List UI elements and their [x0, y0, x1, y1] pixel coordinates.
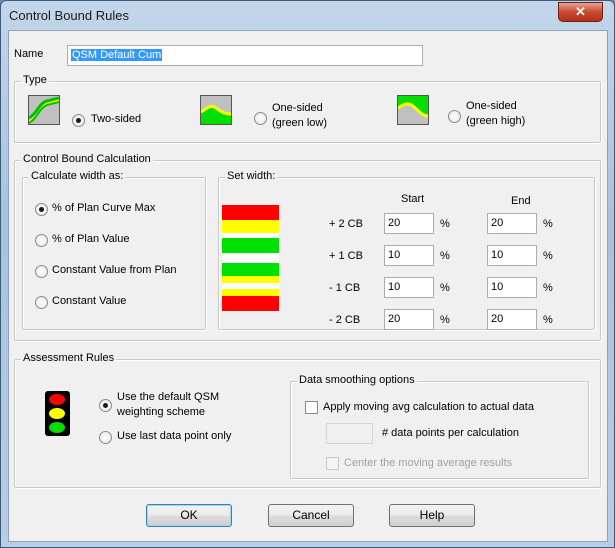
assessment-last-point-radio[interactable]	[99, 431, 112, 444]
name-input[interactable]: QSM Default Cum	[67, 45, 423, 66]
width-plan-value-label[interactable]: % of Plan Value	[52, 233, 129, 245]
assessment-default-radio[interactable]	[99, 399, 112, 412]
minus-2cb-start-input[interactable]: 20	[384, 309, 434, 330]
minus-2cb-end-input[interactable]: 20	[487, 309, 537, 330]
ok-button[interactable]: OK	[146, 504, 232, 527]
type-one-sided-green-high-radio[interactable]	[448, 110, 461, 123]
assessment-last-point-label[interactable]: Use last data point only	[117, 430, 231, 442]
band-green-bottom	[222, 263, 279, 276]
band-red-bottom	[222, 296, 279, 311]
band-yellow-top	[222, 220, 279, 233]
row-minus-1cb-label: - 1 CB	[329, 282, 361, 294]
minus-1cb-start-unit: %	[440, 282, 450, 294]
window-title: Control Bound Rules	[9, 8, 129, 23]
minus-2cb-start-unit: %	[440, 314, 450, 326]
width-constant-from-plan-label[interactable]: Constant Value from Plan	[52, 264, 177, 276]
type-group: Type Two-sided One-sided (green low) One…	[14, 74, 601, 143]
center-moving-avg-label[interactable]: Center the moving average results	[344, 457, 512, 469]
name-input-value: QSM Default Cum	[71, 49, 163, 61]
one-sided-green-high-icon	[397, 95, 429, 125]
minus-1cb-start-input[interactable]: 10	[384, 277, 434, 298]
assessment-default-label-1[interactable]: Use the default QSM	[117, 391, 219, 403]
start-column-header: Start	[401, 193, 425, 205]
type-two-sided-radio[interactable]	[72, 114, 85, 127]
plus-2cb-end-input[interactable]: 20	[487, 213, 537, 234]
dialog-client-area: Name QSM Default Cum Type Two-sided One-…	[8, 30, 608, 542]
band-gap-2	[222, 253, 279, 263]
end-column-header: End	[511, 195, 531, 207]
band-yellow-bottom-2	[222, 289, 279, 296]
plus-1cb-start-unit: %	[440, 250, 450, 262]
traffic-light-red	[49, 394, 65, 405]
assessment-rules-title: Assessment Rules	[21, 352, 117, 364]
apply-moving-avg-checkbox[interactable]	[305, 401, 318, 414]
two-sided-band-icon	[28, 95, 60, 125]
width-plan-value-radio[interactable]	[35, 234, 48, 247]
band-green-top	[222, 238, 279, 253]
width-constant-value-radio[interactable]	[35, 296, 48, 309]
cancel-button[interactable]: Cancel	[268, 504, 354, 527]
minus-1cb-end-unit: %	[543, 282, 553, 294]
control-bound-calculation-group: Control Bound Calculation Calculate widt…	[14, 153, 601, 341]
traffic-light-icon	[45, 391, 70, 436]
band-yellow-bottom	[222, 276, 279, 283]
type-two-sided-label[interactable]: Two-sided	[91, 113, 141, 125]
row-plus-2cb-label: + 2 CB	[329, 218, 363, 230]
plus-1cb-start-input[interactable]: 10	[384, 245, 434, 266]
width-plan-curve-max-radio[interactable]	[35, 203, 48, 216]
traffic-light-yellow	[49, 408, 65, 419]
type-one-sided-green-low-label-2[interactable]: (green low)	[272, 117, 327, 129]
minus-1cb-end-input[interactable]: 10	[487, 277, 537, 298]
data-points-input[interactable]	[326, 423, 373, 444]
assessment-rules-group: Assessment Rules Use the default QSM wei…	[14, 352, 601, 488]
data-smoothing-group: Data smoothing options Apply moving avg …	[290, 374, 589, 479]
traffic-light-green	[49, 422, 65, 433]
type-one-sided-green-high-label-1[interactable]: One-sided	[466, 100, 517, 112]
band-red-top	[222, 205, 279, 220]
width-constant-from-plan-radio[interactable]	[35, 265, 48, 278]
data-points-label: # data points per calculation	[382, 427, 519, 439]
close-button[interactable]: ✕	[558, 2, 603, 22]
calculate-width-title: Calculate width as:	[29, 170, 126, 182]
title-bar[interactable]: Control Bound Rules ✕	[1, 1, 614, 31]
plus-2cb-start-input[interactable]: 20	[384, 213, 434, 234]
type-one-sided-green-low-radio[interactable]	[254, 112, 267, 125]
apply-moving-avg-label[interactable]: Apply moving avg calculation to actual d…	[323, 401, 534, 413]
control-bound-calculation-title: Control Bound Calculation	[21, 153, 153, 165]
type-one-sided-green-high-label-2[interactable]: (green high)	[466, 115, 525, 127]
plus-2cb-end-unit: %	[543, 218, 553, 230]
type-group-title: Type	[21, 74, 49, 86]
center-moving-avg-checkbox[interactable]	[326, 457, 339, 470]
set-width-title: Set width:	[225, 170, 278, 182]
one-sided-green-low-icon	[200, 95, 232, 125]
assessment-default-label-2[interactable]: weighting scheme	[117, 406, 205, 418]
width-plan-curve-max-label[interactable]: % of Plan Curve Max	[52, 202, 155, 214]
dialog-window: Control Bound Rules ✕ Name QSM Default C…	[0, 0, 615, 548]
plus-1cb-end-unit: %	[543, 250, 553, 262]
minus-2cb-end-unit: %	[543, 314, 553, 326]
help-button[interactable]: Help	[389, 504, 475, 527]
plus-2cb-start-unit: %	[440, 218, 450, 230]
row-plus-1cb-label: + 1 CB	[329, 250, 363, 262]
plus-1cb-end-input[interactable]: 10	[487, 245, 537, 266]
data-smoothing-title: Data smoothing options	[297, 374, 417, 386]
width-constant-value-label[interactable]: Constant Value	[52, 295, 126, 307]
type-one-sided-green-low-label-1[interactable]: One-sided	[272, 102, 323, 114]
name-label: Name	[14, 48, 44, 60]
calculate-width-group: Calculate width as: % of Plan Curve Max …	[22, 170, 206, 330]
row-minus-2cb-label: - 2 CB	[329, 314, 361, 326]
